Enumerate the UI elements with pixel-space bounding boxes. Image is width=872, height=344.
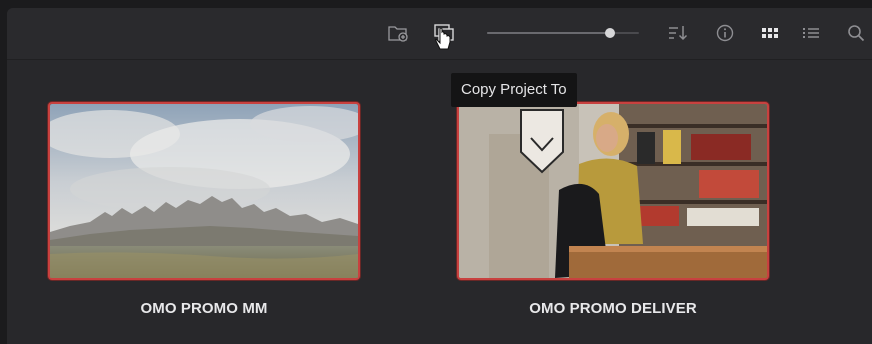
project-thumbnail-landscape — [50, 104, 358, 278]
search-icon[interactable] — [845, 22, 867, 44]
project-card-omo-promo-mm[interactable] — [48, 102, 360, 280]
zoom-slider-fill — [487, 32, 611, 34]
zoom-slider-thumb[interactable] — [605, 28, 616, 38]
project-title: OMO PROMO DELIVER — [529, 300, 697, 317]
info-icon[interactable] — [714, 22, 736, 44]
list-view-icon[interactable] — [800, 22, 822, 44]
grid-view-icon[interactable] — [759, 22, 781, 44]
project-card-omo-promo-deliver[interactable] — [457, 102, 769, 280]
tooltip: Copy Project To — [451, 73, 577, 107]
zoom-slider[interactable] — [487, 28, 639, 38]
project-title: OMO PROMO MM — [140, 300, 268, 317]
sort-icon[interactable] — [667, 22, 689, 44]
project-manager-window: OMO PROMO MM OMO PROMO DELIVER Copy Proj… — [7, 8, 872, 344]
app-frame: OMO PROMO MM OMO PROMO DELIVER Copy Proj… — [0, 0, 872, 344]
mouse-pointer-icon — [435, 28, 451, 50]
project-thumbnail-store — [459, 104, 767, 278]
new-folder-icon[interactable] — [387, 22, 409, 44]
